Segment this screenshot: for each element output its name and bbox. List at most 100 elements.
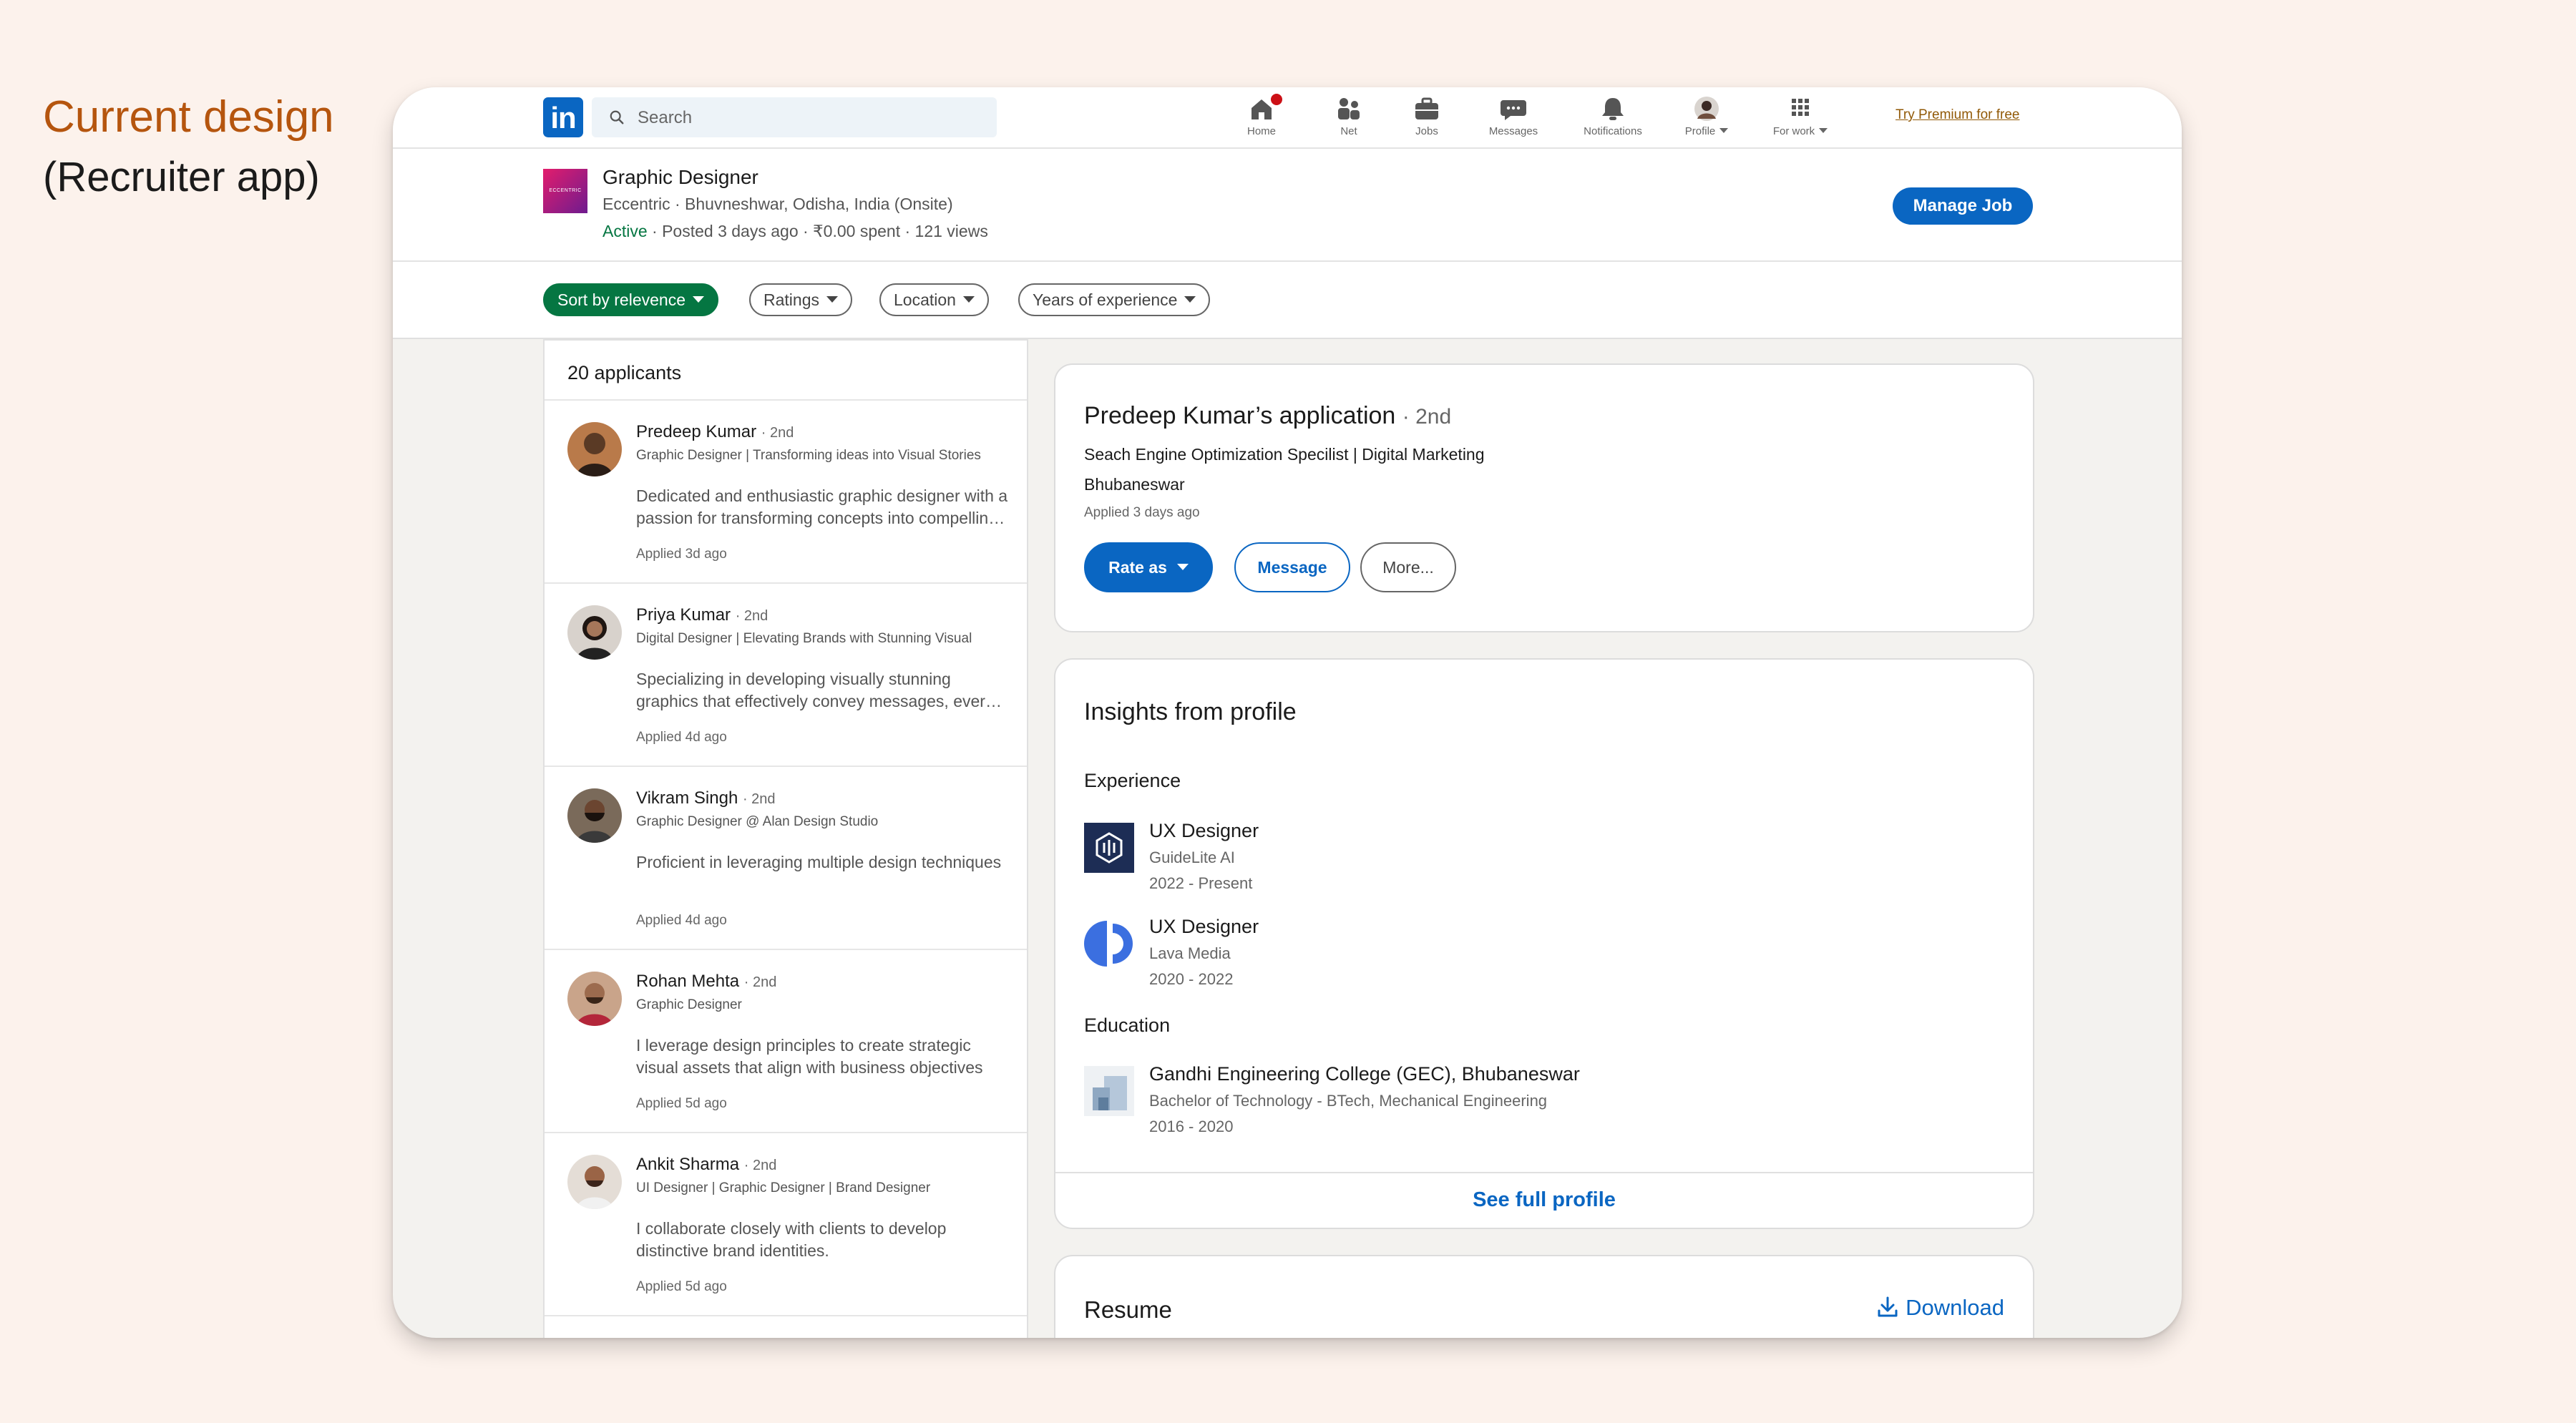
location-filter[interactable]: Location xyxy=(879,283,989,316)
list-item[interactable]: Vikram Singh · 2nd Graphic Designer @ Al… xyxy=(545,767,1027,950)
nav-network-label: Net xyxy=(1340,125,1357,137)
applicant-name[interactable]: Rohan Mehta · 2nd xyxy=(636,972,776,992)
notification-dot xyxy=(1269,92,1284,107)
message-button[interactable]: Message xyxy=(1234,542,1350,592)
school-name: Gandhi Engineering College (GEC), Bhuban… xyxy=(1149,1063,1580,1085)
grid-icon xyxy=(1792,99,1809,116)
lava-media-logo xyxy=(1084,919,1134,969)
list-item[interactable]: Predeep Kumar · 2nd Graphic Designer | T… xyxy=(545,401,1027,584)
nav-notifications[interactable]: Notifications xyxy=(1574,93,1652,145)
nav-jobs[interactable]: Jobs xyxy=(1395,93,1459,145)
nav-for-work[interactable]: For work xyxy=(1761,93,1840,145)
applicant-summary: I collaborate closely with clients to de… xyxy=(636,1219,947,1260)
education-heading: Education xyxy=(1084,1014,1171,1036)
caption-title: Current design xyxy=(43,92,334,142)
guidelite-logo xyxy=(1084,823,1134,873)
experience-filter[interactable]: Years of experience xyxy=(1018,283,1211,316)
avatar xyxy=(567,605,622,660)
experience-title: UX Designer xyxy=(1149,916,1259,937)
list-item[interactable]: Ankit Sharma · 2nd UI Designer | Graphic… xyxy=(545,1133,1027,1316)
applicant-summary: I leverage design principles to create s… xyxy=(636,1036,983,1077)
see-full-profile-link[interactable]: See full profile xyxy=(1055,1172,2033,1228)
avatar xyxy=(1694,97,1719,121)
nav-profile-label: Profile xyxy=(1674,125,1739,137)
avatar xyxy=(567,422,622,476)
applied-time: Applied 3d ago xyxy=(636,547,727,562)
nav-profile[interactable]: Profile xyxy=(1674,93,1739,145)
resume-title: Resume xyxy=(1084,1296,1172,1323)
chat-icon xyxy=(1501,100,1526,120)
network-icon xyxy=(1338,98,1360,119)
job-status: Active · Posted 3 days ago · ₹0.00 spent… xyxy=(602,222,988,241)
applicant-summary: Dedicated and enthusiastic graphic desig… xyxy=(636,486,1008,527)
applicant-headline: UI Designer | Graphic Designer | Brand D… xyxy=(636,1180,931,1195)
applicant-list: 20 applicants Predeep Kumar · 2nd Graphi… xyxy=(543,339,1028,1338)
nav-messages[interactable]: Messages xyxy=(1481,93,1546,145)
chevron-down-icon xyxy=(1176,564,1189,571)
nav-home-label: Home xyxy=(1246,125,1276,137)
ratings-filter[interactable]: Ratings xyxy=(749,283,852,316)
experience-years: 2020 - 2022 xyxy=(1149,970,1234,988)
applied-time: Applied 4d ago xyxy=(636,730,727,745)
bell-icon xyxy=(1602,98,1624,120)
nav-jobs-label: Jobs xyxy=(1415,125,1438,137)
avatar xyxy=(567,972,622,1026)
app-window: in Search Home Net Jobs Messages Notific… xyxy=(393,87,2182,1338)
job-stats: · Posted 3 days ago · ₹0.00 spent · 121 … xyxy=(647,222,988,240)
download-icon xyxy=(1878,1296,1898,1317)
chevron-down-icon xyxy=(1184,296,1196,303)
applied-time: Applied 4d ago xyxy=(636,913,727,928)
experience-heading: Experience xyxy=(1084,770,1181,791)
chevron-down-icon xyxy=(826,296,838,303)
avatar xyxy=(567,788,622,843)
search-input[interactable]: Search xyxy=(592,97,997,137)
linkedin-logo[interactable]: in xyxy=(543,97,583,137)
applicant-summary: Specializing in developing visually stun… xyxy=(636,670,994,710)
download-button[interactable]: Download xyxy=(1875,1295,2004,1321)
more-button[interactable]: More... xyxy=(1360,542,1456,592)
briefcase-icon xyxy=(1415,97,1438,119)
job-title[interactable]: Graphic Designer xyxy=(602,166,758,189)
rate-as-button[interactable]: Rate as xyxy=(1084,542,1213,592)
chevron-down-icon xyxy=(692,296,704,303)
search-icon xyxy=(610,110,624,124)
school-years: 2016 - 2020 xyxy=(1149,1118,1234,1135)
applicant-name[interactable]: Ankit Sharma · 2nd xyxy=(636,1155,776,1175)
experience-title: UX Designer xyxy=(1149,820,1259,841)
filter-bar: Sort by relevence Ratings Location Years… xyxy=(393,262,2182,339)
premium-link[interactable]: Try Premium for free xyxy=(1896,107,2020,123)
nav-messages-label: Messages xyxy=(1488,125,1538,137)
school-degree: Bachelor of Technology - BTech, Mechanic… xyxy=(1149,1092,1548,1110)
applicant-count: 20 applicants xyxy=(545,341,1027,401)
sort-dropdown[interactable]: Sort by relevence xyxy=(543,283,718,316)
job-header: ECCENTRIC Graphic Designer Eccentric · B… xyxy=(393,149,2182,262)
list-item[interactable]: Priya Kumar · 2nd Digital Designer | Ele… xyxy=(545,584,1027,767)
applied-time: Applied 3 days ago xyxy=(1084,505,1200,520)
search-placeholder: Search xyxy=(638,108,693,127)
experience-company: GuideLite AI xyxy=(1149,849,1235,866)
nav-home[interactable]: Home xyxy=(1229,92,1294,145)
applicant-name[interactable]: Priya Kumar · 2nd xyxy=(636,605,768,625)
top-nav: in Search Home Net Jobs Messages Notific… xyxy=(393,87,2182,149)
resume-card: Resume Download xyxy=(1054,1255,2034,1338)
chevron-down-icon xyxy=(962,296,975,303)
application-card: Predeep Kumar’s application · 2nd Seach … xyxy=(1054,363,2034,632)
applicant-name[interactable]: Predeep Kumar · 2nd xyxy=(636,422,794,442)
applicant-headline: Graphic Designer @ Alan Design Studio xyxy=(636,814,879,829)
status-badge: Active xyxy=(602,222,648,240)
list-item[interactable]: Rohan Mehta · 2nd Graphic Designer I lev… xyxy=(545,950,1027,1133)
avatar xyxy=(567,1155,622,1209)
experience-years: 2022 - Present xyxy=(1149,874,1253,892)
applicant-summary: Proficient in leveraging multiple design… xyxy=(636,853,1002,871)
insights-title: Insights from profile xyxy=(1084,698,1297,725)
applicant-name[interactable]: Vikram Singh · 2nd xyxy=(636,788,776,808)
applicant-headline: Graphic Designer | Transforming ideas in… xyxy=(636,448,981,463)
insights-card: Insights from profile Experience UX Desi… xyxy=(1054,658,2034,1229)
caption-subtitle: (Recruiter app) xyxy=(43,154,320,200)
nav-network[interactable]: Net xyxy=(1317,93,1381,145)
application-title: Predeep Kumar’s application · 2nd xyxy=(1084,402,1452,429)
school-logo xyxy=(1084,1066,1134,1116)
job-meta: Eccentric · Bhuvneshwar, Odisha, India (… xyxy=(602,195,953,213)
manage-job-button[interactable]: Manage Job xyxy=(1893,187,2033,225)
applicant-location: Bhubaneswar xyxy=(1084,475,1185,494)
